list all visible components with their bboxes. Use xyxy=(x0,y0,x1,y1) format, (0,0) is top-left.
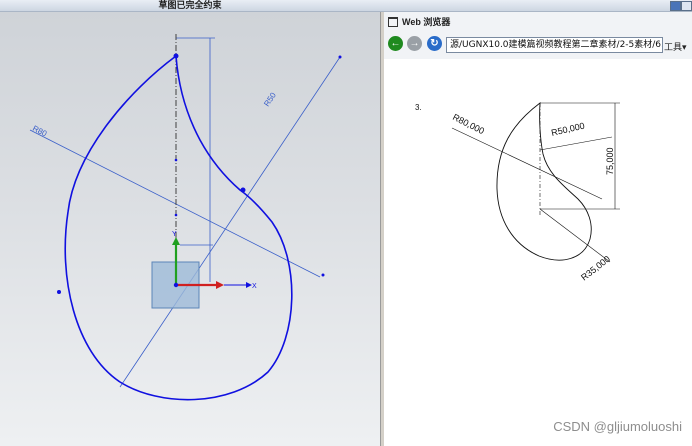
x-axis-label: X xyxy=(252,283,257,290)
address-bar[interactable]: 源/UGNX10.0建模篇视频教程第二章素材/2-5素材/6.png xyxy=(446,37,663,53)
sketch-profile-curve[interactable] xyxy=(64,54,293,401)
dimension-endpoint[interactable] xyxy=(338,55,342,59)
drawing-dim-r35: R35,000 xyxy=(579,254,612,283)
sketch-canvas[interactable]: R80 R50 X Y xyxy=(0,12,380,446)
drawing-leader-r50 xyxy=(539,136,613,151)
dimension-label-r80[interactable]: R80 xyxy=(31,124,49,139)
sketch-point-tangent[interactable] xyxy=(240,187,246,193)
browser-content: 3. R80,000 R50,000 75,000 R35,000 CSDN @… xyxy=(384,59,692,446)
drawing-leader-r80 xyxy=(451,127,603,200)
refresh-icon[interactable]: ↻ xyxy=(427,36,442,51)
forward-icon[interactable]: → xyxy=(407,36,422,51)
constraint-marker xyxy=(174,213,178,217)
window-icon xyxy=(388,17,398,27)
drawing-dim-r80: R80,000 xyxy=(451,112,486,136)
status-message: 草图已完全约束 xyxy=(158,0,222,10)
drawing-image: 3. R80,000 R50,000 75,000 R35,000 xyxy=(415,102,620,283)
dimension-label-r50[interactable]: R50 xyxy=(262,90,278,108)
sketch-point-left[interactable] xyxy=(57,290,61,294)
dimension-line-r50[interactable] xyxy=(119,56,341,388)
tools-menu[interactable]: 工具▾ xyxy=(664,40,687,53)
restore-icon[interactable] xyxy=(670,1,681,11)
x-axis-arrowhead xyxy=(216,281,224,289)
y-axis-label: Y xyxy=(172,231,177,238)
problem-number: 3. xyxy=(415,103,422,112)
browser-title: Web 浏览器 xyxy=(402,17,451,27)
y-axis-arrowhead xyxy=(172,237,180,245)
watermark: CSDN @gljiumoluoshi xyxy=(553,419,682,434)
web-browser-panel: Web 浏览器 ← → ↻ 源/UGNX10.0建模篇视频教程第二章素材/2-5… xyxy=(384,12,692,446)
origin-point[interactable] xyxy=(173,282,179,288)
browser-header: Web 浏览器 xyxy=(384,12,692,32)
drawing-dim-r50: R50,000 xyxy=(550,121,585,138)
back-icon[interactable]: ← xyxy=(388,36,403,51)
drawing-dim-75: 75,000 xyxy=(605,147,615,175)
dimension-endpoint[interactable] xyxy=(321,273,325,277)
browser-toolbar: ← → ↻ 源/UGNX10.0建模篇视频教程第二章素材/2-5素材/6.png… xyxy=(384,32,692,58)
window-icon[interactable] xyxy=(681,1,692,11)
sketch-point-top[interactable] xyxy=(173,53,179,59)
drawing-leader-r35 xyxy=(539,208,611,263)
status-bar: 草图已完全约束 xyxy=(0,0,692,12)
graphics-window[interactable]: R80 R50 X Y xyxy=(0,12,380,446)
constraint-marker xyxy=(174,158,178,162)
